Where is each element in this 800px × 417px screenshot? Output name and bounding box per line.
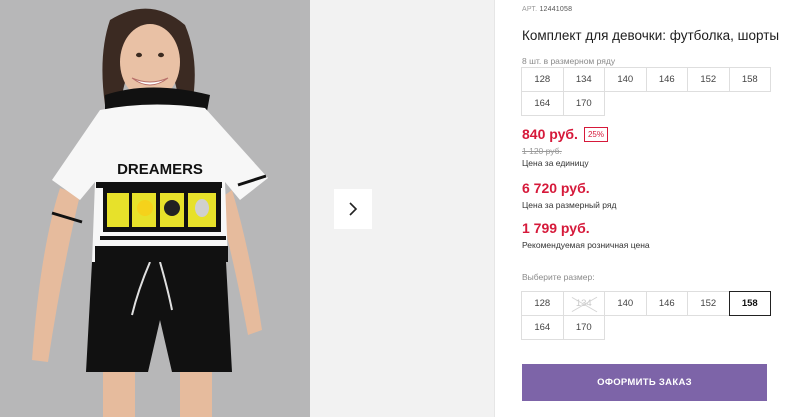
size-option[interactable]: 164 [521, 315, 564, 340]
sku-value: 12441058 [539, 6, 573, 13]
sku: АРТ. 12441058 [522, 6, 572, 13]
size-option-selected[interactable]: 158 [728, 291, 771, 316]
size-option[interactable]: 128 [521, 291, 564, 316]
product-gallery: DREAMERS [0, 0, 495, 417]
pack-size-cell: 146 [645, 67, 688, 92]
unit-price-row: 840 руб. 25% [522, 126, 608, 142]
unit-price: 840 руб. [522, 126, 578, 142]
pack-size-cell: 152 [687, 67, 730, 92]
size-option: 134 [562, 291, 605, 316]
discount-badge: 25% [583, 126, 608, 142]
size-option[interactable]: 152 [687, 291, 730, 316]
pack-size-cell: 134 [562, 67, 605, 92]
pack-size-cell: 170 [562, 91, 605, 116]
unit-price-caption: Цена за единицу [522, 158, 589, 168]
pack-price-caption: Цена за размерный ряд [522, 200, 617, 210]
size-selector-grid: 128 134 140 146 152 158 164 170 [521, 291, 771, 340]
sku-label: АРТ. [522, 6, 538, 13]
product-title: Комплект для девочки: футболка, шорты [522, 28, 780, 43]
old-price: 1 120 руб. [522, 146, 562, 156]
size-selector-label: Выберите размер: [522, 272, 595, 282]
product-photo[interactable]: DREAMERS [0, 0, 310, 417]
pack-size-cell: 128 [521, 67, 564, 92]
pack-size-grid: 128 134 140 146 152 158 164 170 [521, 67, 771, 116]
size-option[interactable]: 146 [645, 291, 688, 316]
size-option[interactable]: 140 [604, 291, 647, 316]
product-info-panel: АРТ. 12441058 Комплект для девочки: футб… [521, 0, 782, 417]
size-option[interactable]: 170 [562, 315, 605, 340]
pack-size-cell: 164 [521, 91, 564, 116]
retail-price-caption: Рекомендуемая розничная цена [522, 240, 650, 250]
pack-size-cell: 140 [604, 67, 647, 92]
shirt-print-text: DREAMERS [117, 161, 203, 178]
model-illustration: DREAMERS [0, 0, 310, 417]
chevron-right-icon [349, 202, 358, 216]
place-order-button[interactable]: ОФОРМИТЬ ЗАКАЗ [522, 364, 767, 401]
next-photo-button[interactable] [334, 189, 372, 229]
pack-size-cell: 158 [728, 67, 771, 92]
retail-price: 1 799 руб. [522, 220, 590, 236]
pack-price: 6 720 руб. [522, 180, 590, 196]
pack-note: 8 шт. в размерном ряду [522, 56, 616, 66]
